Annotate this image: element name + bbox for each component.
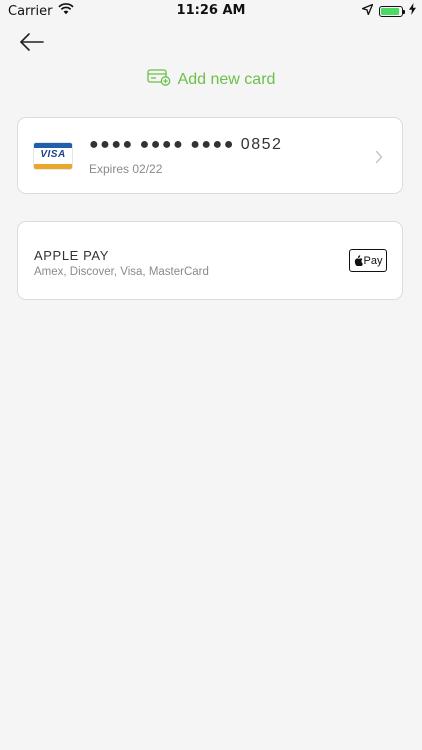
apple-logo-icon <box>354 255 363 266</box>
location-arrow-icon <box>361 3 374 19</box>
apple-pay-badge-text: Pay <box>363 254 383 267</box>
add-new-card-label: Add new card <box>177 70 276 88</box>
chevron-right-icon <box>375 150 383 164</box>
status-bar: Carrier 11:26 AM <box>0 0 422 22</box>
visa-bottom-band <box>34 164 72 169</box>
add-new-card-button[interactable]: Add new card <box>0 68 422 91</box>
charging-bolt-icon <box>409 3 416 19</box>
apple-pay-badge: Pay <box>349 249 387 272</box>
apple-pay-option[interactable]: APPLE PAY Amex, Discover, Visa, MasterCa… <box>17 221 403 300</box>
visa-brand-text: VISA <box>40 149 66 160</box>
saved-card-item[interactable]: VISA ●●●● ●●●● ●●●● 0852 Expires 02/22 <box>17 117 403 194</box>
visa-top-band <box>34 143 72 148</box>
card-expiry: Expires 02/22 <box>89 162 163 176</box>
card-number: ●●●● ●●●● ●●●● 0852 <box>89 136 283 153</box>
battery-icon <box>379 5 405 17</box>
status-time: 11:26 AM <box>176 3 246 18</box>
card-plus-icon <box>146 68 171 91</box>
status-right <box>361 3 416 19</box>
visa-logo: VISA <box>34 143 72 169</box>
battery-fill <box>381 7 399 15</box>
apple-pay-subtitle: Amex, Discover, Visa, MasterCard <box>34 266 209 278</box>
apple-pay-title: APPLE PAY <box>34 248 110 263</box>
back-button[interactable] <box>18 30 46 54</box>
battery-tip <box>403 9 405 14</box>
arrow-left-icon <box>20 33 44 51</box>
